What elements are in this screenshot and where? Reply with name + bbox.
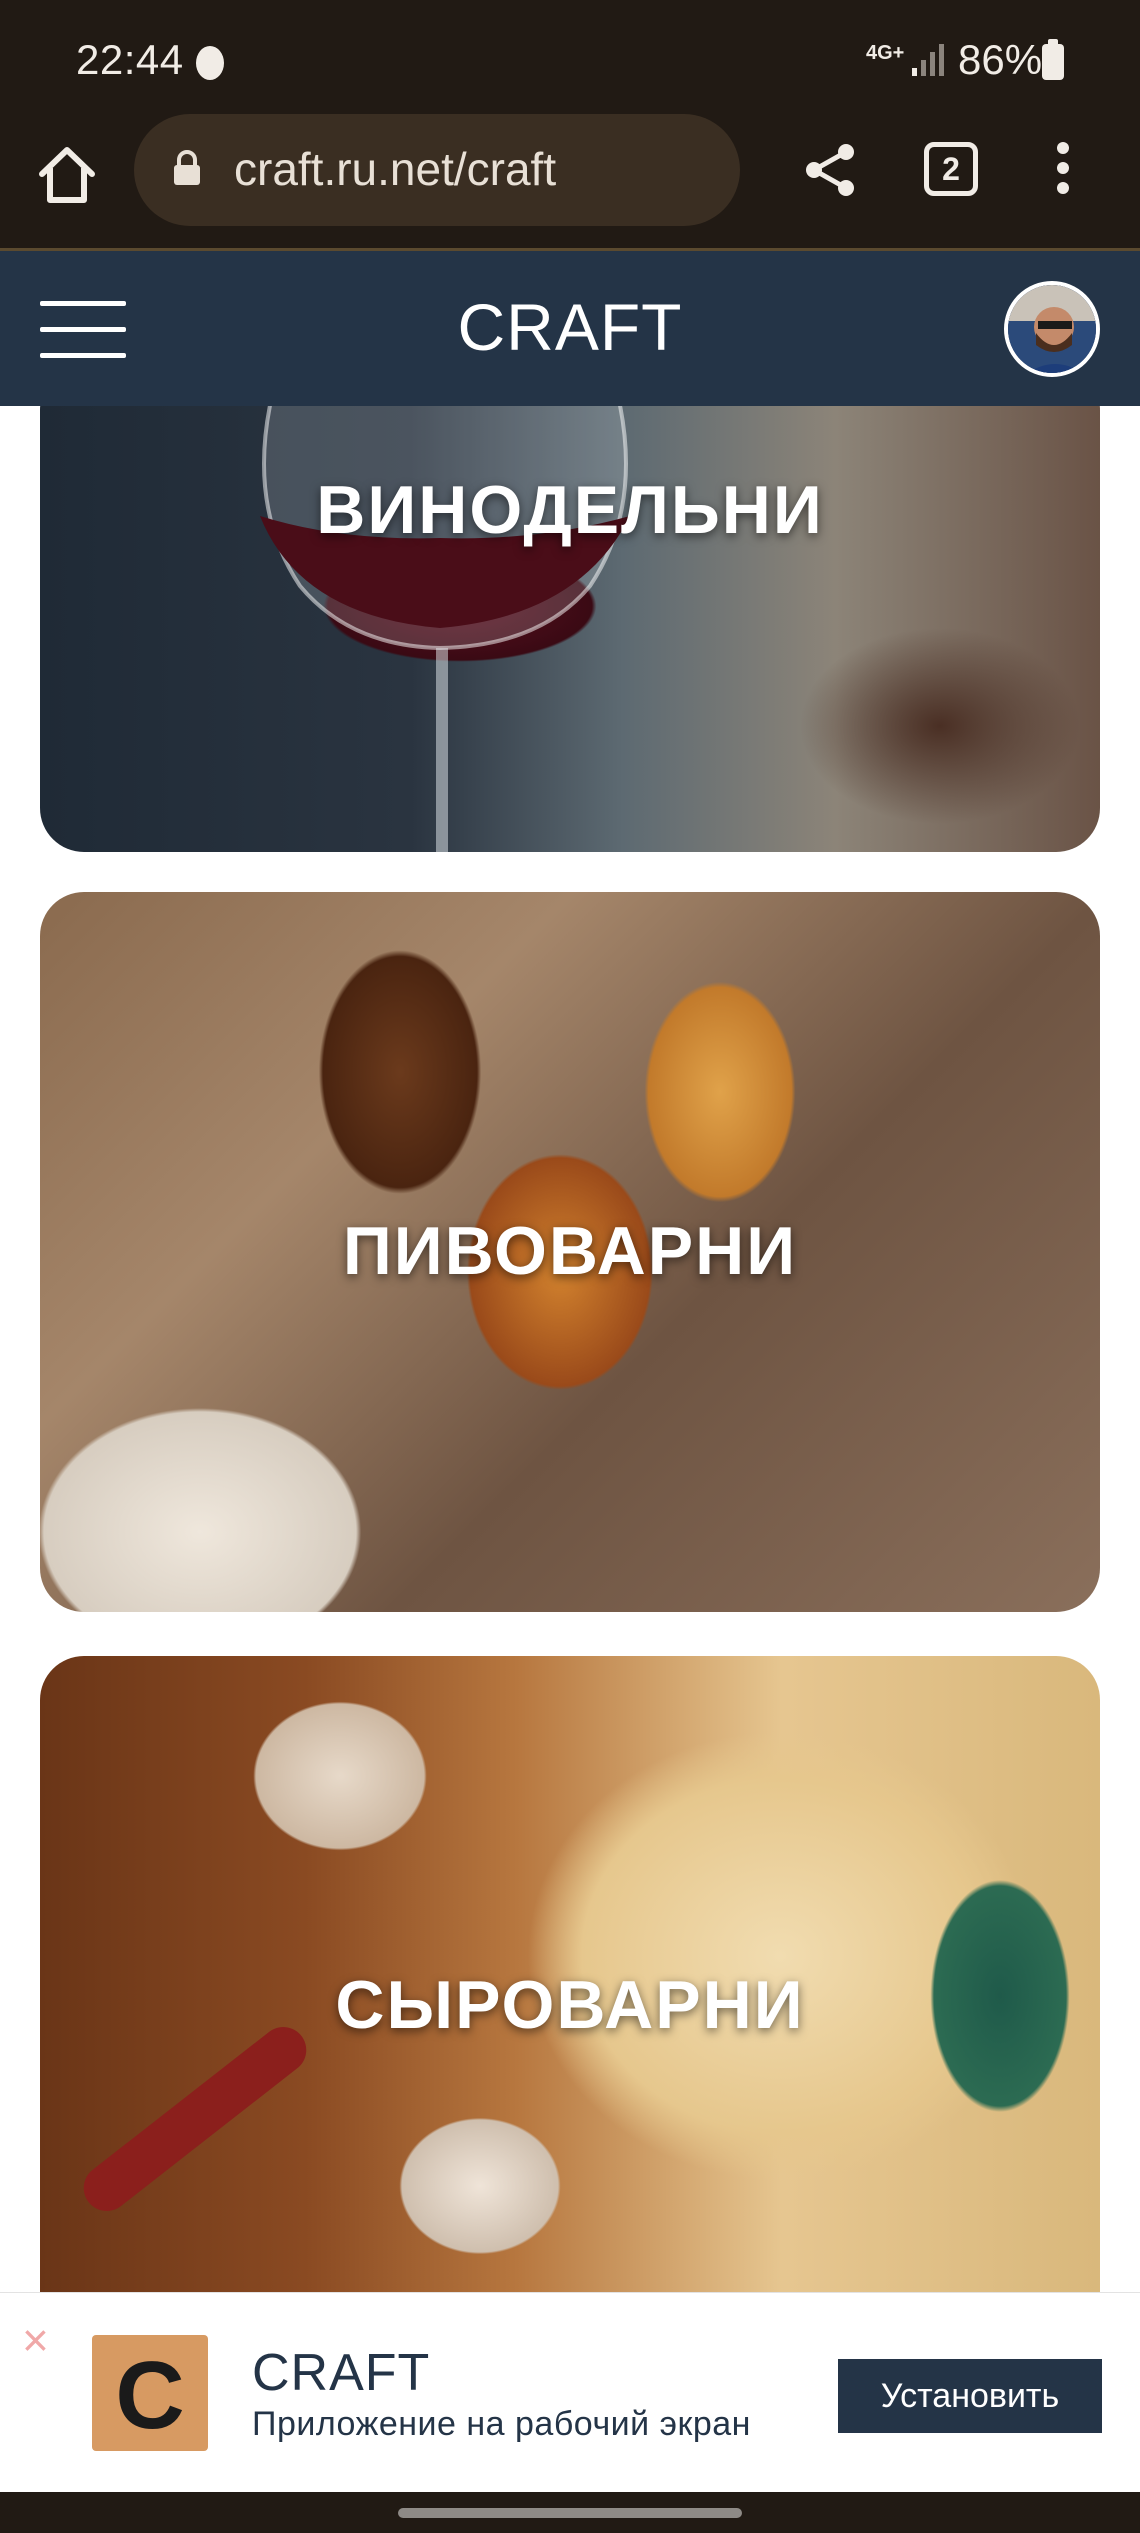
category-label: ПИВОВАРНИ [342,1213,798,1289]
gesture-handle[interactable] [398,2508,742,2518]
app-icon: C [92,2335,208,2451]
lock-icon [174,150,200,185]
category-card-breweries[interactable]: ПИВОВАРНИ [40,892,1100,1612]
app-icon-letter: C [115,2342,185,2449]
knife-decoration [74,2017,316,2221]
install-banner: × C CRAFT Приложение на рабочий экран Ус… [0,2292,1140,2492]
system-nav-bar [0,2492,1140,2533]
signal-icon [912,44,944,76]
category-label: СЫРОВАРНИ [335,1967,805,2043]
install-button[interactable]: Установить [838,2359,1102,2433]
category-card-wineries[interactable]: ВИНОДЕЛЬНИ [40,406,1100,852]
avatar[interactable] [1004,281,1100,377]
close-icon[interactable]: × [22,2317,49,2363]
battery-percent: 86% [958,36,1043,83]
status-bar: 22:44 4G+ 86% [0,0,1140,120]
banner-title: CRAFT [252,2344,431,2402]
tabs-button[interactable]: 2 [924,142,978,196]
category-label: ВИНОДЕЛЬНИ [316,472,824,548]
share-icon[interactable] [800,140,860,200]
category-list: ВИНОДЕЛЬНИ ПИВОВАРНИ СЫРОВАРНИ [0,406,1140,2292]
banner-subtitle: Приложение на рабочий экран [252,2405,751,2443]
category-card-creameries[interactable]: СЫРОВАРНИ [40,1656,1100,2292]
app-title: CRAFT [457,290,683,364]
app-header: CRAFT [0,248,1140,406]
overflow-menu-icon[interactable] [1048,138,1078,198]
status-time: 22:44 [76,36,184,83]
url-text[interactable]: craft.ru.net/craft [234,142,556,196]
network-type: 4G+ [866,42,905,64]
notification-dot-icon [196,46,224,80]
battery-icon [1042,39,1064,80]
home-icon[interactable] [32,140,102,210]
